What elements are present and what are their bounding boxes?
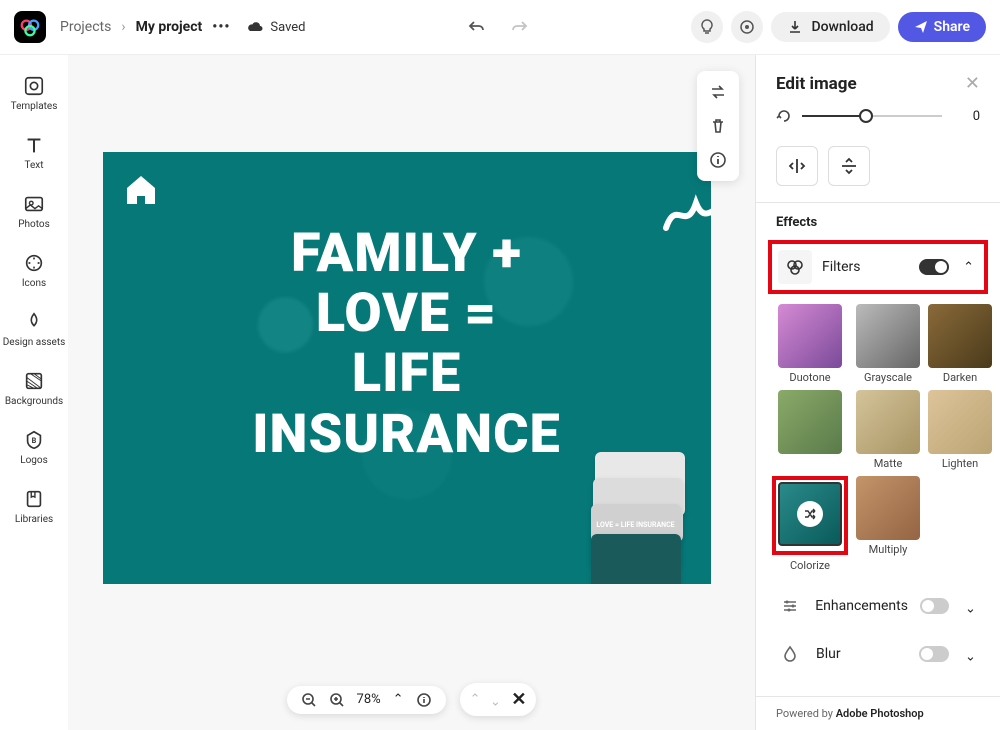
close-nav-button[interactable]: ✕ bbox=[511, 689, 526, 710]
sidebar-item-templates[interactable]: Templates bbox=[0, 71, 68, 116]
download-icon bbox=[787, 19, 803, 35]
edit-panel: Edit image ✕ 0 Effects Filters ⌃ Duotone… bbox=[755, 55, 1000, 730]
blur-toggle[interactable] bbox=[919, 646, 949, 662]
zoom-controls: 78% ⌃ bbox=[287, 686, 446, 714]
share-button[interactable]: Share bbox=[898, 12, 986, 42]
filter-matte[interactable]: Matte bbox=[856, 390, 920, 470]
flip-horizontal-button[interactable] bbox=[776, 146, 818, 186]
sidebar-item-design-assets[interactable]: Design assets bbox=[0, 307, 68, 352]
zoom-out-button[interactable] bbox=[301, 692, 317, 708]
enhancements-toggle[interactable] bbox=[920, 598, 949, 614]
breadcrumb: Projects › My project ••• bbox=[60, 19, 230, 35]
chevron-down-icon[interactable]: ⌃ bbox=[961, 599, 980, 614]
zoom-info-button[interactable] bbox=[416, 692, 432, 708]
save-status: Saved bbox=[246, 20, 305, 35]
effects-label: Effects bbox=[756, 215, 1000, 238]
panel-title: Edit image bbox=[776, 74, 857, 94]
next-button[interactable]: ⌃ bbox=[490, 692, 501, 707]
chevron-up-icon[interactable]: ⌃ bbox=[393, 692, 404, 707]
blur-label: Blur bbox=[816, 646, 907, 662]
droplet-icon bbox=[776, 640, 804, 668]
svg-text:B: B bbox=[32, 436, 37, 445]
hint-button[interactable] bbox=[691, 11, 723, 43]
ai-button[interactable] bbox=[731, 11, 763, 43]
filter-grayscale[interactable]: Grayscale bbox=[856, 304, 920, 384]
powered-by: Powered by Adobe Photoshop bbox=[756, 696, 1000, 730]
prev-button[interactable]: ⌃ bbox=[470, 692, 481, 707]
floating-toolbar bbox=[697, 71, 739, 181]
canvas[interactable]: FAMILY + LOVE = LIFE INSURANCE LOVE = LI… bbox=[103, 152, 711, 584]
saved-label: Saved bbox=[270, 20, 305, 35]
sidebar-item-logos[interactable]: BLogos bbox=[0, 425, 68, 470]
swap-button[interactable] bbox=[703, 77, 733, 107]
filter-duotone[interactable]: Duotone bbox=[772, 304, 848, 384]
cloud-icon bbox=[246, 20, 264, 34]
filter-colorize-selected[interactable]: Colorize bbox=[772, 476, 848, 572]
reset-icon[interactable] bbox=[776, 108, 792, 124]
filter-unnamed[interactable] bbox=[772, 390, 848, 470]
enhancements-label: Enhancements bbox=[815, 598, 908, 614]
filter-lighten[interactable]: Lighten bbox=[928, 390, 992, 470]
header: Projects › My project ••• Saved Download… bbox=[0, 0, 1000, 55]
sidebar-item-photos[interactable]: Photos bbox=[0, 189, 68, 234]
blur-row[interactable]: Blur ⌃ bbox=[756, 630, 1000, 678]
close-panel-button[interactable]: ✕ bbox=[965, 73, 980, 94]
filter-multiply[interactable]: Multiply bbox=[856, 476, 920, 572]
shuffle-icon[interactable] bbox=[797, 501, 823, 527]
page-nav: ⌃ ⌃ ✕ bbox=[460, 683, 537, 716]
chevron-right-icon: › bbox=[121, 19, 125, 35]
info-button[interactable] bbox=[703, 145, 733, 175]
redo-button[interactable] bbox=[503, 11, 535, 43]
download-button[interactable]: Download bbox=[771, 12, 889, 42]
filters-toggle[interactable] bbox=[919, 259, 949, 275]
delete-button[interactable] bbox=[703, 111, 733, 141]
chevron-down-icon[interactable]: ⌃ bbox=[961, 647, 980, 662]
filters-label: Filters bbox=[822, 259, 909, 275]
app-logo[interactable] bbox=[14, 11, 46, 43]
chevron-up-icon[interactable]: ⌃ bbox=[959, 260, 978, 275]
zoom-in-button[interactable] bbox=[329, 692, 345, 708]
intensity-slider[interactable] bbox=[802, 115, 942, 117]
more-icon[interactable]: ••• bbox=[212, 19, 230, 35]
sliders-icon bbox=[776, 592, 803, 620]
send-icon bbox=[914, 20, 928, 34]
house-icon bbox=[121, 170, 161, 210]
enhancements-row[interactable]: Enhancements ⌃ bbox=[756, 582, 1000, 630]
flip-vertical-button[interactable] bbox=[828, 146, 870, 186]
filters-row[interactable]: Filters ⌃ bbox=[768, 240, 988, 294]
sidebar-item-libraries[interactable]: Libraries bbox=[0, 484, 68, 529]
undo-button[interactable] bbox=[461, 11, 493, 43]
sidebar-item-icons[interactable]: Icons bbox=[0, 248, 68, 293]
slider-value: 0 bbox=[952, 109, 980, 124]
canvas-area: FAMILY + LOVE = LIFE INSURANCE LOVE = LI… bbox=[68, 55, 755, 730]
filter-darken[interactable]: Darken bbox=[928, 304, 992, 384]
filters-icon bbox=[778, 250, 812, 284]
filter-grid: Duotone Grayscale Darken Matte Lighten C… bbox=[756, 304, 1000, 582]
layer-card[interactable] bbox=[591, 534, 681, 584]
canvas-headline[interactable]: FAMILY + LOVE = LIFE INSURANCE bbox=[103, 224, 711, 466]
breadcrumb-current[interactable]: My project bbox=[136, 19, 203, 35]
left-sidebar: Templates Text Photos Icons Design asset… bbox=[0, 55, 68, 730]
layer-stack[interactable]: LOVE = LIFE INSURANCE bbox=[591, 452, 689, 572]
zoom-value[interactable]: 78% bbox=[357, 692, 381, 707]
sidebar-item-backgrounds[interactable]: Backgrounds bbox=[0, 366, 68, 411]
breadcrumb-root[interactable]: Projects bbox=[60, 19, 111, 35]
sidebar-item-text[interactable]: Text bbox=[0, 130, 68, 175]
